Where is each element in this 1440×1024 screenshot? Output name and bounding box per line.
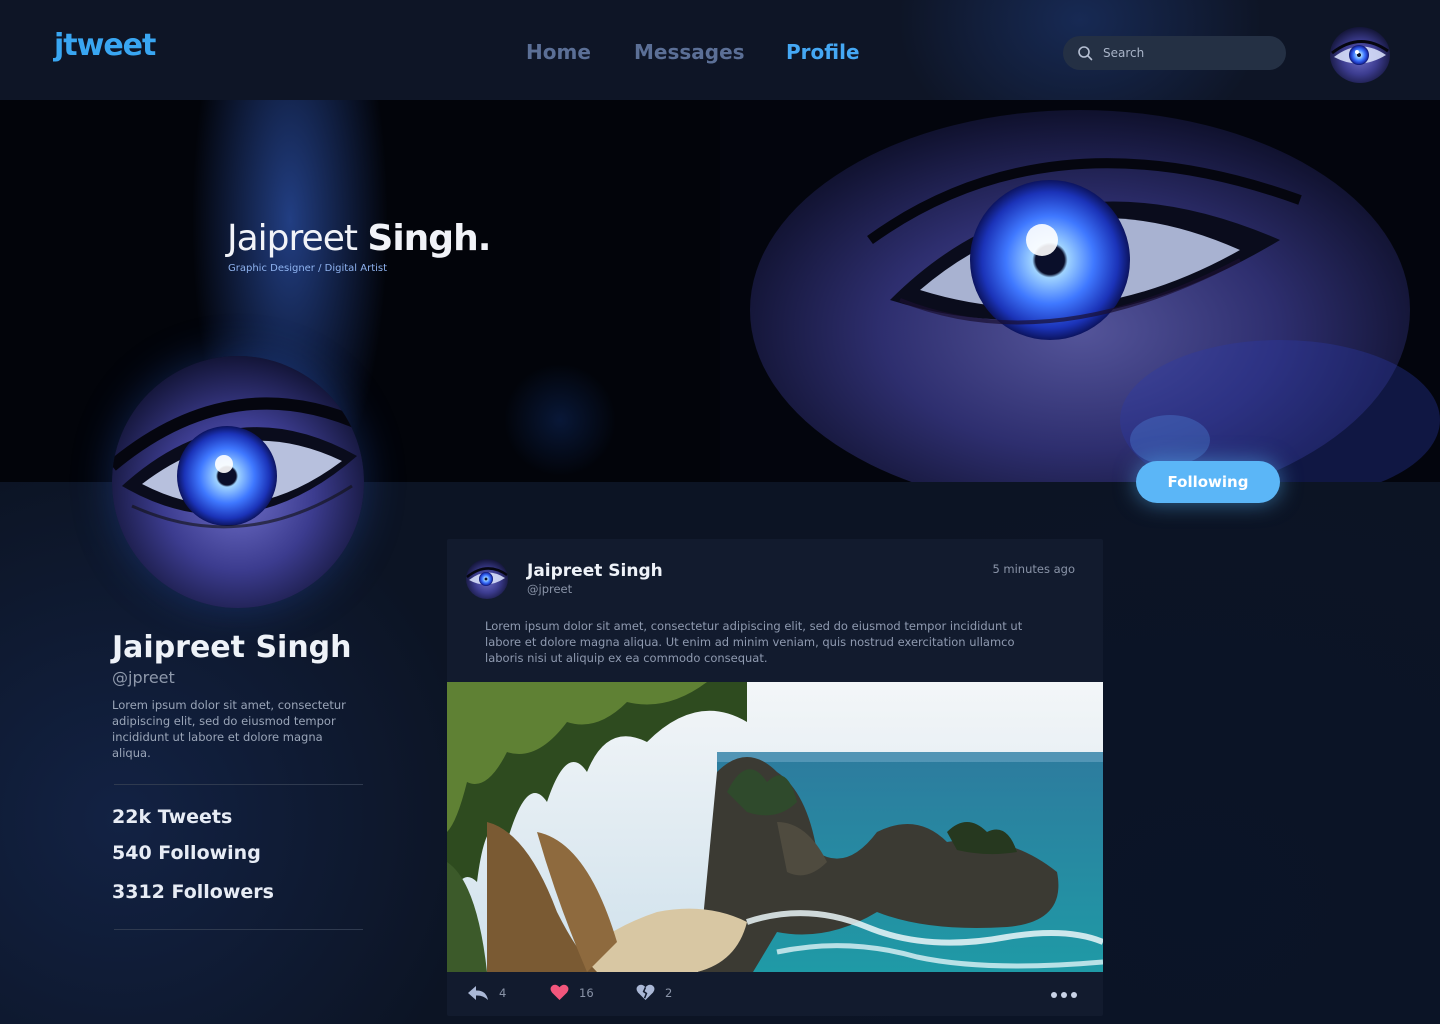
- more-icon[interactable]: [1051, 992, 1077, 998]
- banner-title: Jaipreet Singh.: [227, 218, 491, 259]
- tweet-image[interactable]: [447, 682, 1103, 972]
- profile-bio: Lorem ipsum dolor sit amet, consectetur …: [112, 698, 346, 760]
- reply-count: 4: [499, 986, 507, 1000]
- stat-following[interactable]: 540 Following: [112, 842, 261, 864]
- app-logo[interactable]: jtweet: [54, 28, 156, 63]
- divider: [114, 784, 363, 785]
- top-navbar: jtweet Home Messages Profile: [0, 0, 1440, 100]
- divider: [114, 929, 363, 930]
- nav-messages[interactable]: Messages: [634, 40, 745, 64]
- profile-page: jtweet Home Messages Profile Search Jaip…: [0, 0, 1440, 1024]
- nav-home[interactable]: Home: [526, 40, 591, 64]
- tweet-timestamp: 5 minutes ago: [992, 562, 1075, 576]
- profile-name: Jaipreet Singh: [112, 630, 352, 665]
- like-button[interactable]: 16: [550, 984, 594, 1001]
- dislike-count: 2: [665, 985, 673, 1000]
- like-count: 16: [579, 985, 594, 1000]
- stat-tweets[interactable]: 22k Tweets: [112, 806, 232, 828]
- dislike-button[interactable]: 2: [636, 984, 672, 1001]
- banner-eye-image: [720, 100, 1440, 482]
- banner-subtitle: Graphic Designer / Digital Artist: [228, 263, 388, 274]
- heart-icon: [550, 984, 569, 1001]
- following-button[interactable]: Following: [1136, 461, 1280, 503]
- reply-button[interactable]: 4: [467, 984, 506, 1002]
- search-input[interactable]: [1103, 46, 1263, 60]
- user-avatar[interactable]: [1330, 27, 1390, 83]
- banner-last-name: Singh.: [367, 218, 491, 259]
- tweet-text: Lorem ipsum dolor sit amet, consectetur …: [485, 619, 1023, 665]
- tweet-actions: 4 16 2: [447, 972, 1103, 1016]
- tweet-author[interactable]: Jaipreet Singh: [527, 561, 663, 581]
- banner-first-name: Jaipreet: [227, 218, 358, 259]
- broken-heart-icon: [636, 984, 655, 1001]
- search-box[interactable]: [1063, 36, 1286, 70]
- tweet-handle[interactable]: @jpreet: [527, 582, 572, 596]
- tweet-card: Jaipreet Singh @jpreet 5 minutes ago Lor…: [447, 539, 1103, 1016]
- nav-profile[interactable]: Profile: [786, 40, 860, 64]
- reply-icon: [468, 986, 488, 1000]
- stat-followers[interactable]: 3312 Followers: [112, 881, 274, 903]
- profile-handle: @jpreet: [112, 668, 175, 687]
- banner-left-panel: [0, 100, 720, 482]
- tweet-avatar[interactable]: [466, 559, 508, 599]
- profile-avatar[interactable]: [112, 356, 364, 608]
- search-icon: [1078, 46, 1093, 61]
